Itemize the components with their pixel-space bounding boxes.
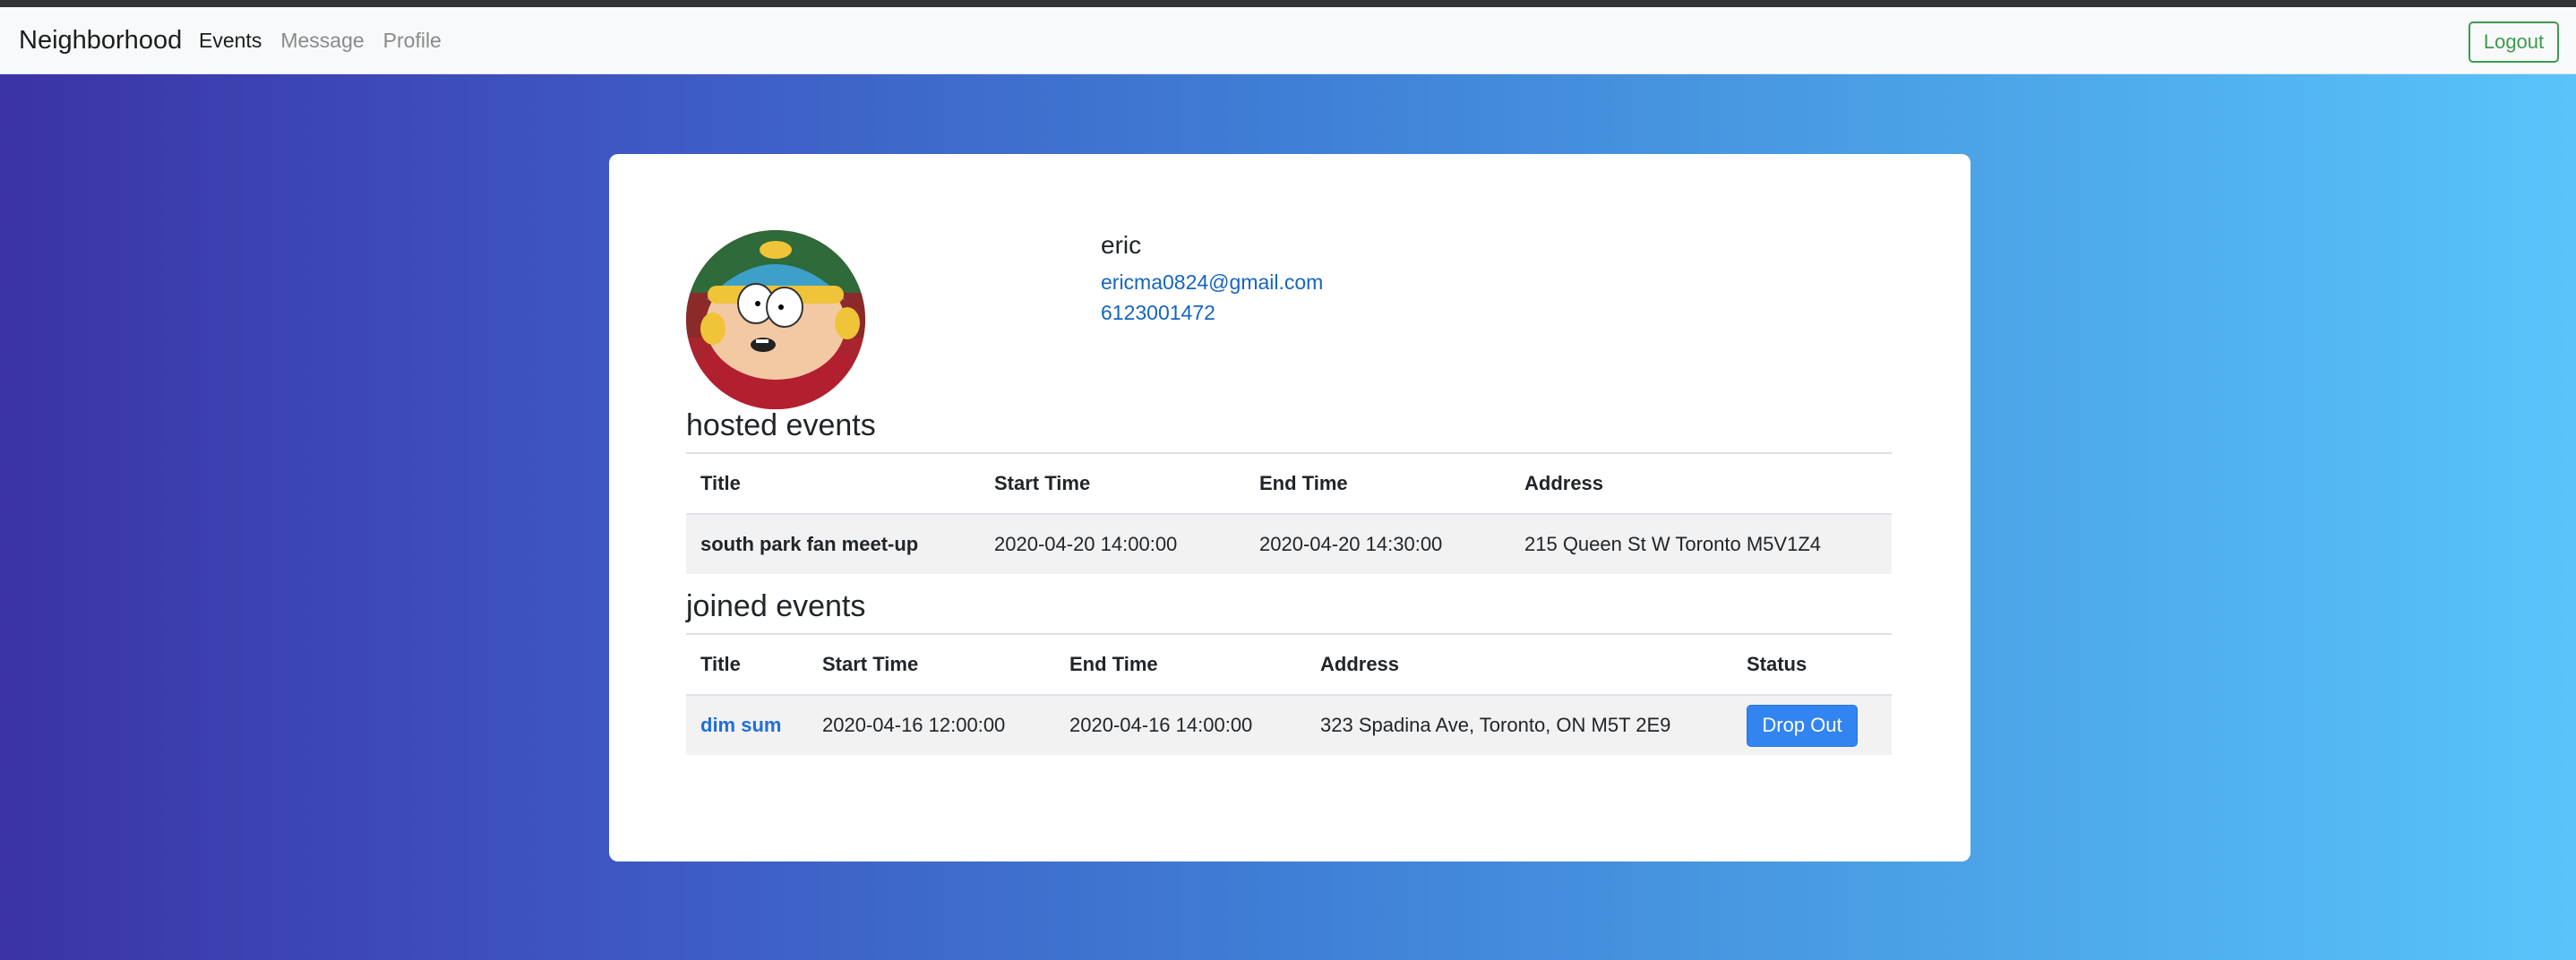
column-header: Status	[1732, 633, 1892, 696]
drop-out-button[interactable]: Drop Out	[1747, 704, 1858, 747]
event-start-time: 2020-04-16 12:00:00	[808, 695, 1055, 755]
event-address: 323 Spadina Ave, Toronto, ON M5T 2E9	[1306, 695, 1732, 755]
event-address: 215 Queen St W Toronto M5V1Z4	[1510, 514, 1892, 574]
nav-link-profile[interactable]: Profile	[383, 29, 442, 53]
table-row: south park fan meet-up 2020-04-20 14:00:…	[686, 514, 1892, 574]
column-header: Address	[1510, 452, 1892, 515]
table-row: dim sum 2020-04-16 12:00:00 2020-04-16 1…	[686, 695, 1892, 755]
profile-email-link[interactable]: ericma0824@gmail.com	[1101, 267, 1323, 297]
column-header: Title	[686, 633, 808, 696]
nav-links: Events Message Profile	[199, 29, 442, 53]
avatar	[686, 230, 865, 409]
column-header: End Time	[1245, 452, 1510, 515]
column-header: Start Time	[808, 633, 1055, 696]
column-header: Start Time	[980, 452, 1245, 515]
event-end-time: 2020-04-20 14:30:00	[1245, 514, 1510, 574]
logout-button[interactable]: Logout	[2469, 21, 2559, 63]
joined-events-table: Title Start Time End Time Address Status…	[686, 633, 1892, 755]
hosted-events-table: Title Start Time End Time Address south …	[686, 452, 1892, 574]
column-header: Address	[1306, 633, 1732, 696]
event-title-cell: dim sum	[686, 695, 808, 755]
joined-events-heading: joined events	[686, 589, 866, 623]
cartoon-avatar-icon	[686, 230, 865, 409]
event-title-link[interactable]: dim sum	[700, 714, 781, 736]
navbar: Neighborhood Events Message Profile Logo…	[0, 7, 2576, 74]
profile-name: eric	[1101, 231, 1142, 259]
column-header: Title	[686, 452, 980, 515]
brand-logo[interactable]: Neighborhood	[19, 26, 182, 56]
table-header-row: Title Start Time End Time Address Status	[686, 633, 1892, 696]
nav-link-message[interactable]: Message	[280, 29, 364, 53]
event-status-cell: Drop Out	[1732, 695, 1892, 755]
event-title: south park fan meet-up	[686, 514, 980, 574]
nav-link-events[interactable]: Events	[199, 29, 262, 53]
window-top-border	[0, 0, 2576, 7]
event-start-time: 2020-04-20 14:00:00	[980, 514, 1245, 574]
event-end-time: 2020-04-16 14:00:00	[1055, 695, 1306, 755]
profile-info: eric ericma0824@gmail.com 6123001472	[1101, 231, 1323, 328]
table-header-row: Title Start Time End Time Address	[686, 452, 1892, 515]
hosted-events-heading: hosted events	[686, 408, 876, 442]
column-header: End Time	[1055, 633, 1306, 696]
profile-card: eric ericma0824@gmail.com 6123001472 hos…	[609, 154, 1971, 861]
profile-phone-link[interactable]: 6123001472	[1101, 297, 1323, 328]
